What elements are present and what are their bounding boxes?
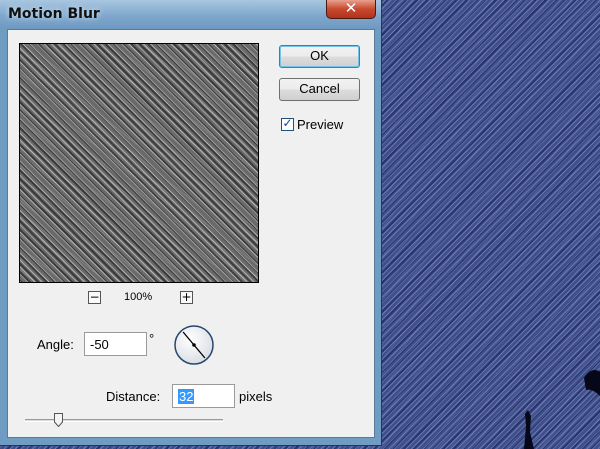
- zoom-level: 100%: [124, 291, 153, 303]
- distance-input[interactable]: 32: [172, 384, 235, 408]
- angle-input[interactable]: -50: [84, 332, 147, 356]
- title-bar[interactable]: Motion Blur ✕: [0, 0, 381, 29]
- preview-checkbox[interactable]: ✓: [281, 116, 294, 131]
- preview-label[interactable]: Preview: [297, 117, 343, 132]
- close-icon: ✕: [344, 0, 358, 17]
- zoom-in-button[interactable]: +: [180, 291, 193, 304]
- zoom-out-icon: −: [89, 290, 100, 304]
- degree-unit: °: [149, 331, 155, 346]
- pixels-unit: pixels: [239, 389, 273, 404]
- ok-button[interactable]: OK: [279, 45, 360, 68]
- canvas-silhouette: [524, 370, 600, 449]
- slider-thumb-icon[interactable]: [54, 413, 63, 427]
- filter-preview[interactable]: [19, 43, 259, 283]
- close-button[interactable]: ✕: [326, 0, 376, 19]
- zoom-in-icon: +: [181, 290, 192, 304]
- angle-label: Angle:: [37, 337, 74, 352]
- dialog-body: − 100% + OK Cancel ✓ Preview Angle: -50 …: [7, 29, 375, 438]
- distance-label: Distance:: [106, 389, 161, 404]
- angle-dial-icon[interactable]: [172, 323, 216, 367]
- distance-value: 32: [178, 389, 195, 404]
- angle-value: -50: [90, 337, 109, 352]
- motion-blur-dialog: Motion Blur ✕ − 100% + OK Cancel ✓ Previ…: [0, 0, 382, 446]
- zoom-out-button[interactable]: −: [88, 291, 101, 304]
- dialog-title: Motion Blur: [8, 6, 100, 22]
- checkmark-icon: ✓: [282, 116, 293, 130]
- cancel-button[interactable]: Cancel: [279, 78, 360, 101]
